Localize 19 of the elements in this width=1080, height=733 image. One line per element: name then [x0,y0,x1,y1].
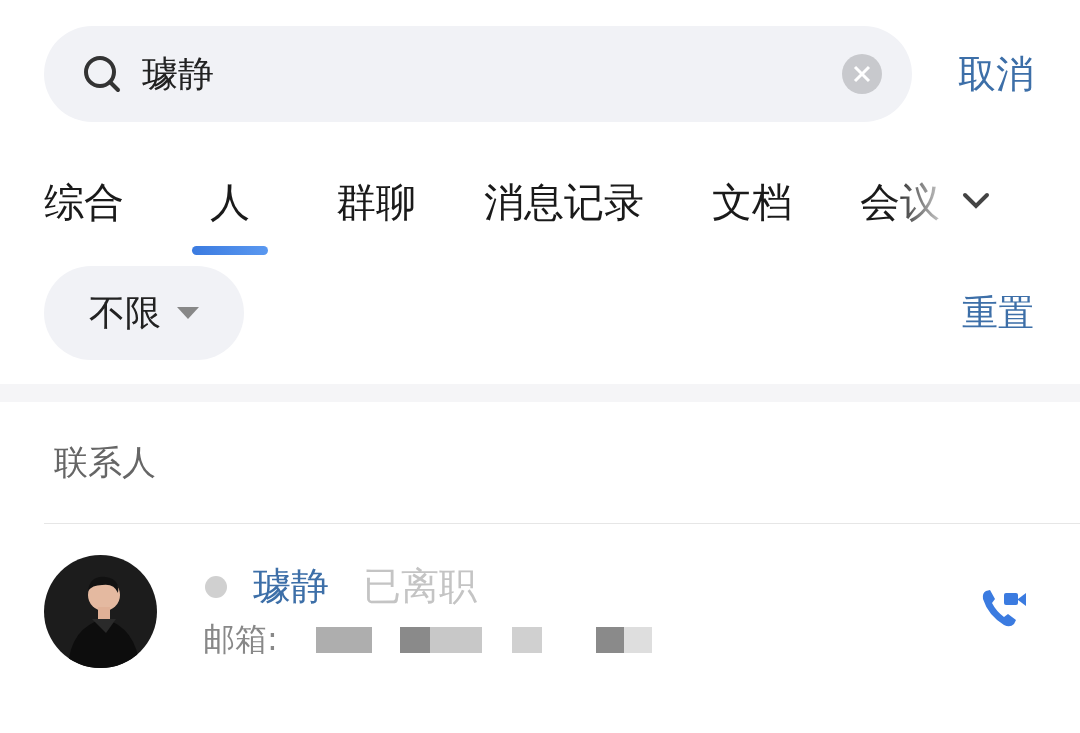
search-text: 璩静 [142,51,215,96]
search-field[interactable]: 璩静 [44,26,912,122]
reset-button[interactable]: 重置 [962,288,1034,338]
caret-icon [177,307,199,319]
cancel-button[interactable]: 取消 [958,48,1034,100]
search-icon [82,54,122,94]
tab[interactable]: 文档 [712,178,792,255]
tab[interactable]: 会议 [860,178,940,255]
video-call-icon[interactable] [980,587,1028,629]
contact-name[interactable]: 璩静 [253,561,329,612]
tab[interactable]: 群聊 [336,178,416,255]
tab[interactable]: 人 [192,178,268,255]
filter-dropdown[interactable]: 不限 [44,266,244,360]
contact-status: 已离职 [363,563,477,610]
section-title: 联系人 [54,442,156,482]
tab[interactable]: 消息记录 [484,178,644,255]
tab[interactable]: 综合 [44,178,124,255]
chevron-down-icon[interactable] [962,192,990,210]
email-label: 邮箱: [203,619,278,660]
